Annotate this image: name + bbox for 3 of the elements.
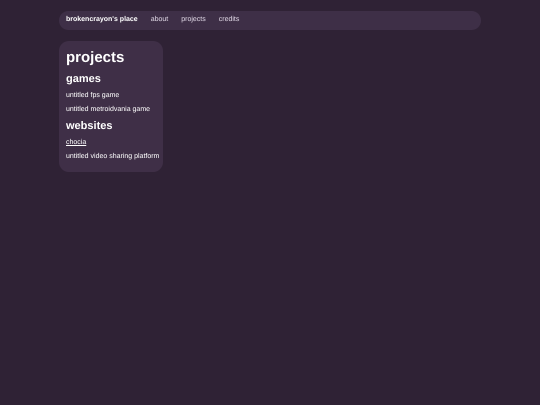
card-title: projects xyxy=(66,49,126,67)
section-heading: games xyxy=(66,73,102,86)
section-heading: websites xyxy=(66,120,114,133)
